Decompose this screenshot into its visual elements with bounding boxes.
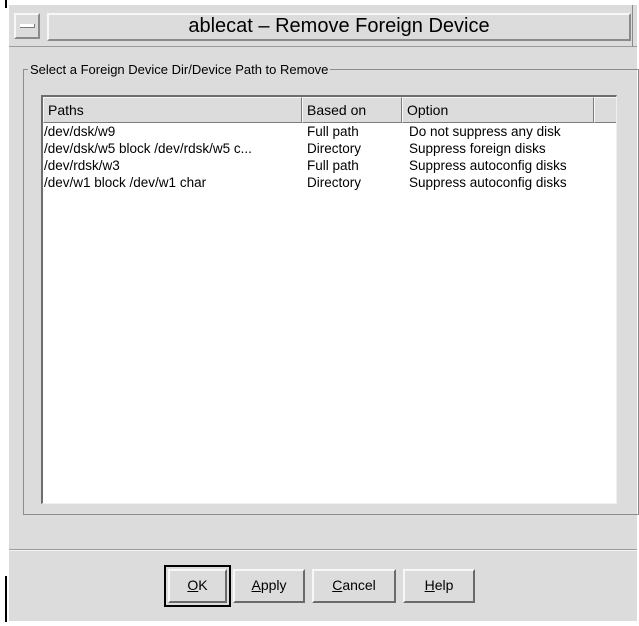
- table-row[interactable]: /dev/rdsk/w3 Full path Suppress autoconf…: [43, 158, 616, 174]
- option-cell: Suppress autoconfig disks: [409, 175, 567, 190]
- cancel-label-rest: ancel: [342, 577, 376, 593]
- group-label: Select a Foreign Device Dir/Device Path …: [28, 62, 331, 77]
- cancel-button[interactable]: Cancel: [312, 569, 396, 603]
- table-row[interactable]: /dev/dsk/w5 block /dev/rdsk/w5 c... Dire…: [43, 141, 616, 157]
- ok-label-rest: K: [198, 577, 208, 593]
- column-header-option[interactable]: Option: [402, 97, 594, 123]
- window-menu-button[interactable]: [14, 13, 40, 39]
- column-header-paths[interactable]: Paths: [43, 97, 302, 123]
- window-frame-edge: [5, 576, 7, 622]
- window-title: ablecat – Remove Foreign Device: [47, 13, 631, 41]
- cancel-mnemonic: C: [332, 577, 343, 593]
- help-mnemonic: H: [424, 577, 435, 593]
- minus-icon: [20, 24, 35, 28]
- path-cell: /dev/w1 block /dev/w1 char: [44, 175, 207, 190]
- help-button[interactable]: Help: [403, 569, 475, 603]
- path-cell: /dev/rdsk/w3: [44, 158, 120, 173]
- ok-button[interactable]: OK: [164, 565, 231, 607]
- based-on-cell: Directory: [307, 141, 362, 156]
- table-header: Paths Based on Option: [43, 97, 616, 123]
- option-cell: Suppress autoconfig disks: [409, 158, 567, 173]
- apply-label-rest: pply: [260, 577, 287, 593]
- foreign-device-table[interactable]: Paths Based on Option /dev/dsk/w9 Full p…: [41, 95, 617, 504]
- column-header-filler: [594, 97, 616, 123]
- column-header-based-on[interactable]: Based on: [302, 97, 402, 123]
- table-row[interactable]: /dev/w1 block /dev/w1 char Directory Sup…: [43, 175, 616, 191]
- table-row[interactable]: /dev/dsk/w9 Full path Do not suppress an…: [43, 124, 616, 140]
- button-area-separator-highlight: [9, 550, 637, 551]
- path-cell: /dev/dsk/w5 block /dev/rdsk/w5 c...: [44, 141, 252, 156]
- apply-mnemonic: A: [251, 577, 261, 593]
- remove-foreign-device-dialog: ablecat – Remove Foreign Device Select a…: [9, 5, 639, 621]
- apply-button[interactable]: Apply: [233, 569, 305, 603]
- title-bar-divider: [632, 5, 633, 47]
- help-label-rest: elp: [434, 577, 454, 593]
- option-cell: Do not suppress any disk: [409, 124, 561, 139]
- option-cell: Suppress foreign disks: [409, 141, 546, 156]
- ok-mnemonic: O: [187, 577, 199, 593]
- based-on-cell: Directory: [307, 175, 362, 190]
- title-bar[interactable]: ablecat – Remove Foreign Device: [9, 5, 637, 47]
- based-on-cell: Full path: [307, 158, 359, 173]
- path-cell: /dev/dsk/w9: [44, 124, 116, 139]
- based-on-cell: Full path: [307, 124, 359, 139]
- window-frame-edge: [5, 0, 7, 8]
